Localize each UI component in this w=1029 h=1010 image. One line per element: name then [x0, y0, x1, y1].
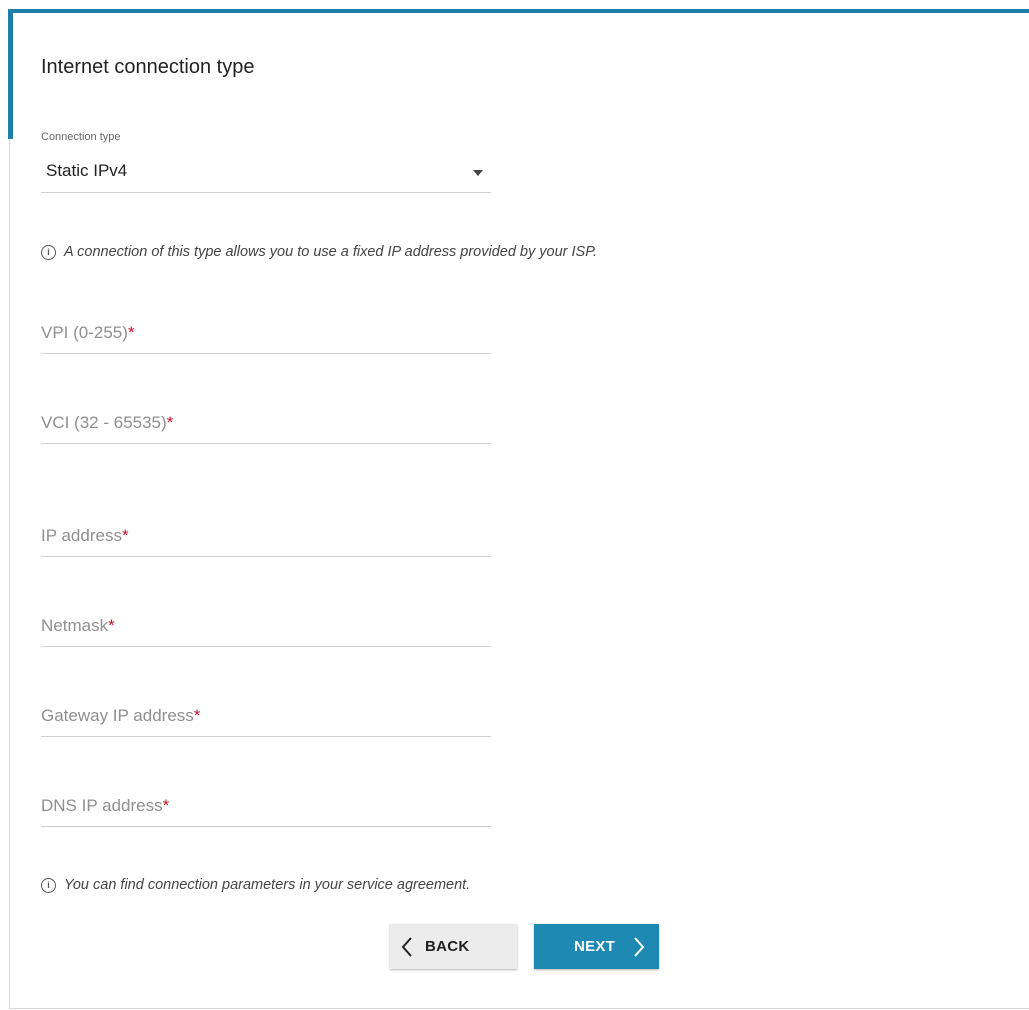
required-mark: *	[127, 323, 135, 342]
chevron-left-icon	[401, 936, 413, 958]
connection-type-value: Static IPv4	[46, 161, 128, 180]
footer-note-text: You can find connection parameters in yo…	[64, 877, 471, 893]
info-note-text: A connection of this type allows you to …	[64, 244, 598, 260]
info-circle-icon: i	[41, 877, 56, 893]
gateway-field[interactable]: Gateway IP address*	[41, 690, 491, 737]
required-mark: *	[162, 796, 170, 815]
footer-note: i You can find connection parameters in …	[41, 877, 470, 893]
required-mark: *	[121, 526, 129, 545]
back-button-label: BACK	[425, 938, 470, 955]
vpi-field[interactable]: VPI (0-255)*	[41, 307, 491, 354]
dns-field[interactable]: DNS IP address*	[41, 780, 491, 827]
connection-type-select[interactable]: Connection type Static IPv4	[41, 128, 491, 193]
next-button[interactable]: NEXT	[534, 924, 659, 969]
netmask-field[interactable]: Netmask*	[41, 600, 491, 647]
required-mark: *	[193, 706, 201, 725]
required-mark: *	[166, 413, 174, 432]
next-button-label: NEXT	[574, 938, 616, 955]
caret-down-icon	[473, 170, 483, 176]
back-button[interactable]: BACK	[390, 924, 517, 969]
info-note: i A connection of this type allows you t…	[41, 244, 597, 260]
dns-placeholder: DNS IP address*	[41, 796, 170, 815]
ip-address-field[interactable]: IP address*	[41, 510, 491, 557]
chevron-right-icon	[633, 936, 645, 958]
ip-address-placeholder: IP address*	[41, 526, 129, 545]
gateway-placeholder: Gateway IP address*	[41, 706, 201, 725]
info-circle-icon: i	[41, 244, 56, 260]
accent-bar	[8, 9, 13, 139]
required-mark: *	[108, 616, 115, 635]
vci-placeholder: VCI (32 - 65535)*	[41, 413, 174, 432]
vpi-placeholder: VPI (0-255)*	[41, 323, 135, 342]
page-title: Internet connection type	[41, 56, 255, 78]
netmask-placeholder: Netmask*	[41, 616, 115, 635]
connection-type-label: Connection type	[41, 131, 121, 143]
vci-field[interactable]: VCI (32 - 65535)*	[41, 397, 491, 444]
